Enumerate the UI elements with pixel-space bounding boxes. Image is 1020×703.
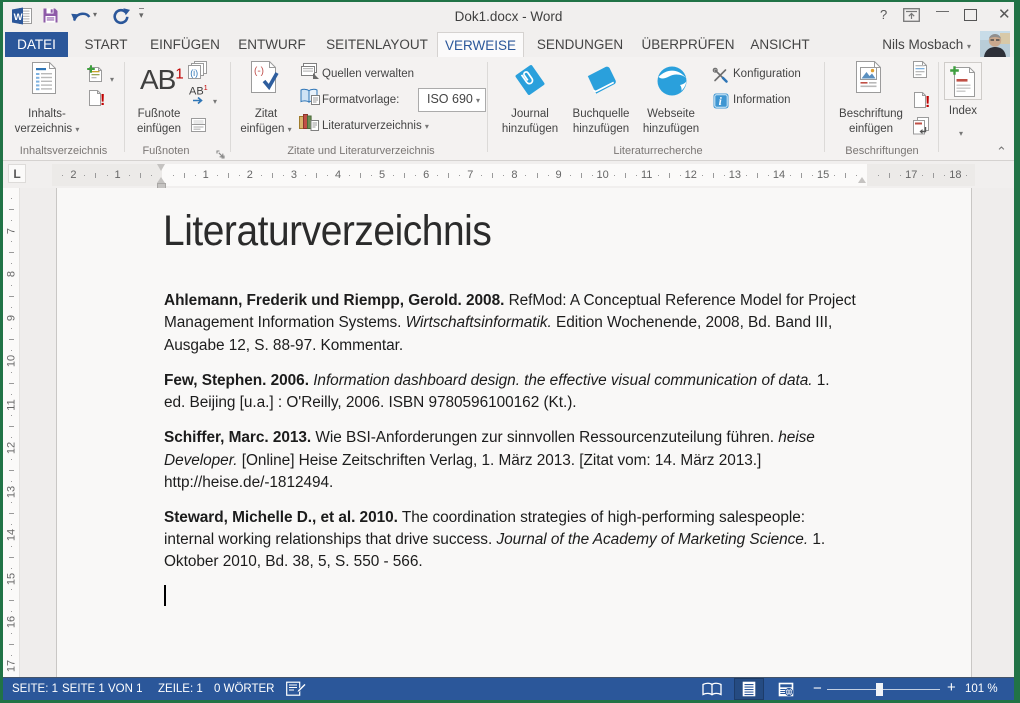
svg-text:!: ! <box>925 94 930 110</box>
svg-text:!: ! <box>100 92 105 108</box>
svg-text:W: W <box>14 12 23 23</box>
svg-text:(-): (-) <box>254 66 264 77</box>
svg-text:(i): (i) <box>190 68 198 78</box>
